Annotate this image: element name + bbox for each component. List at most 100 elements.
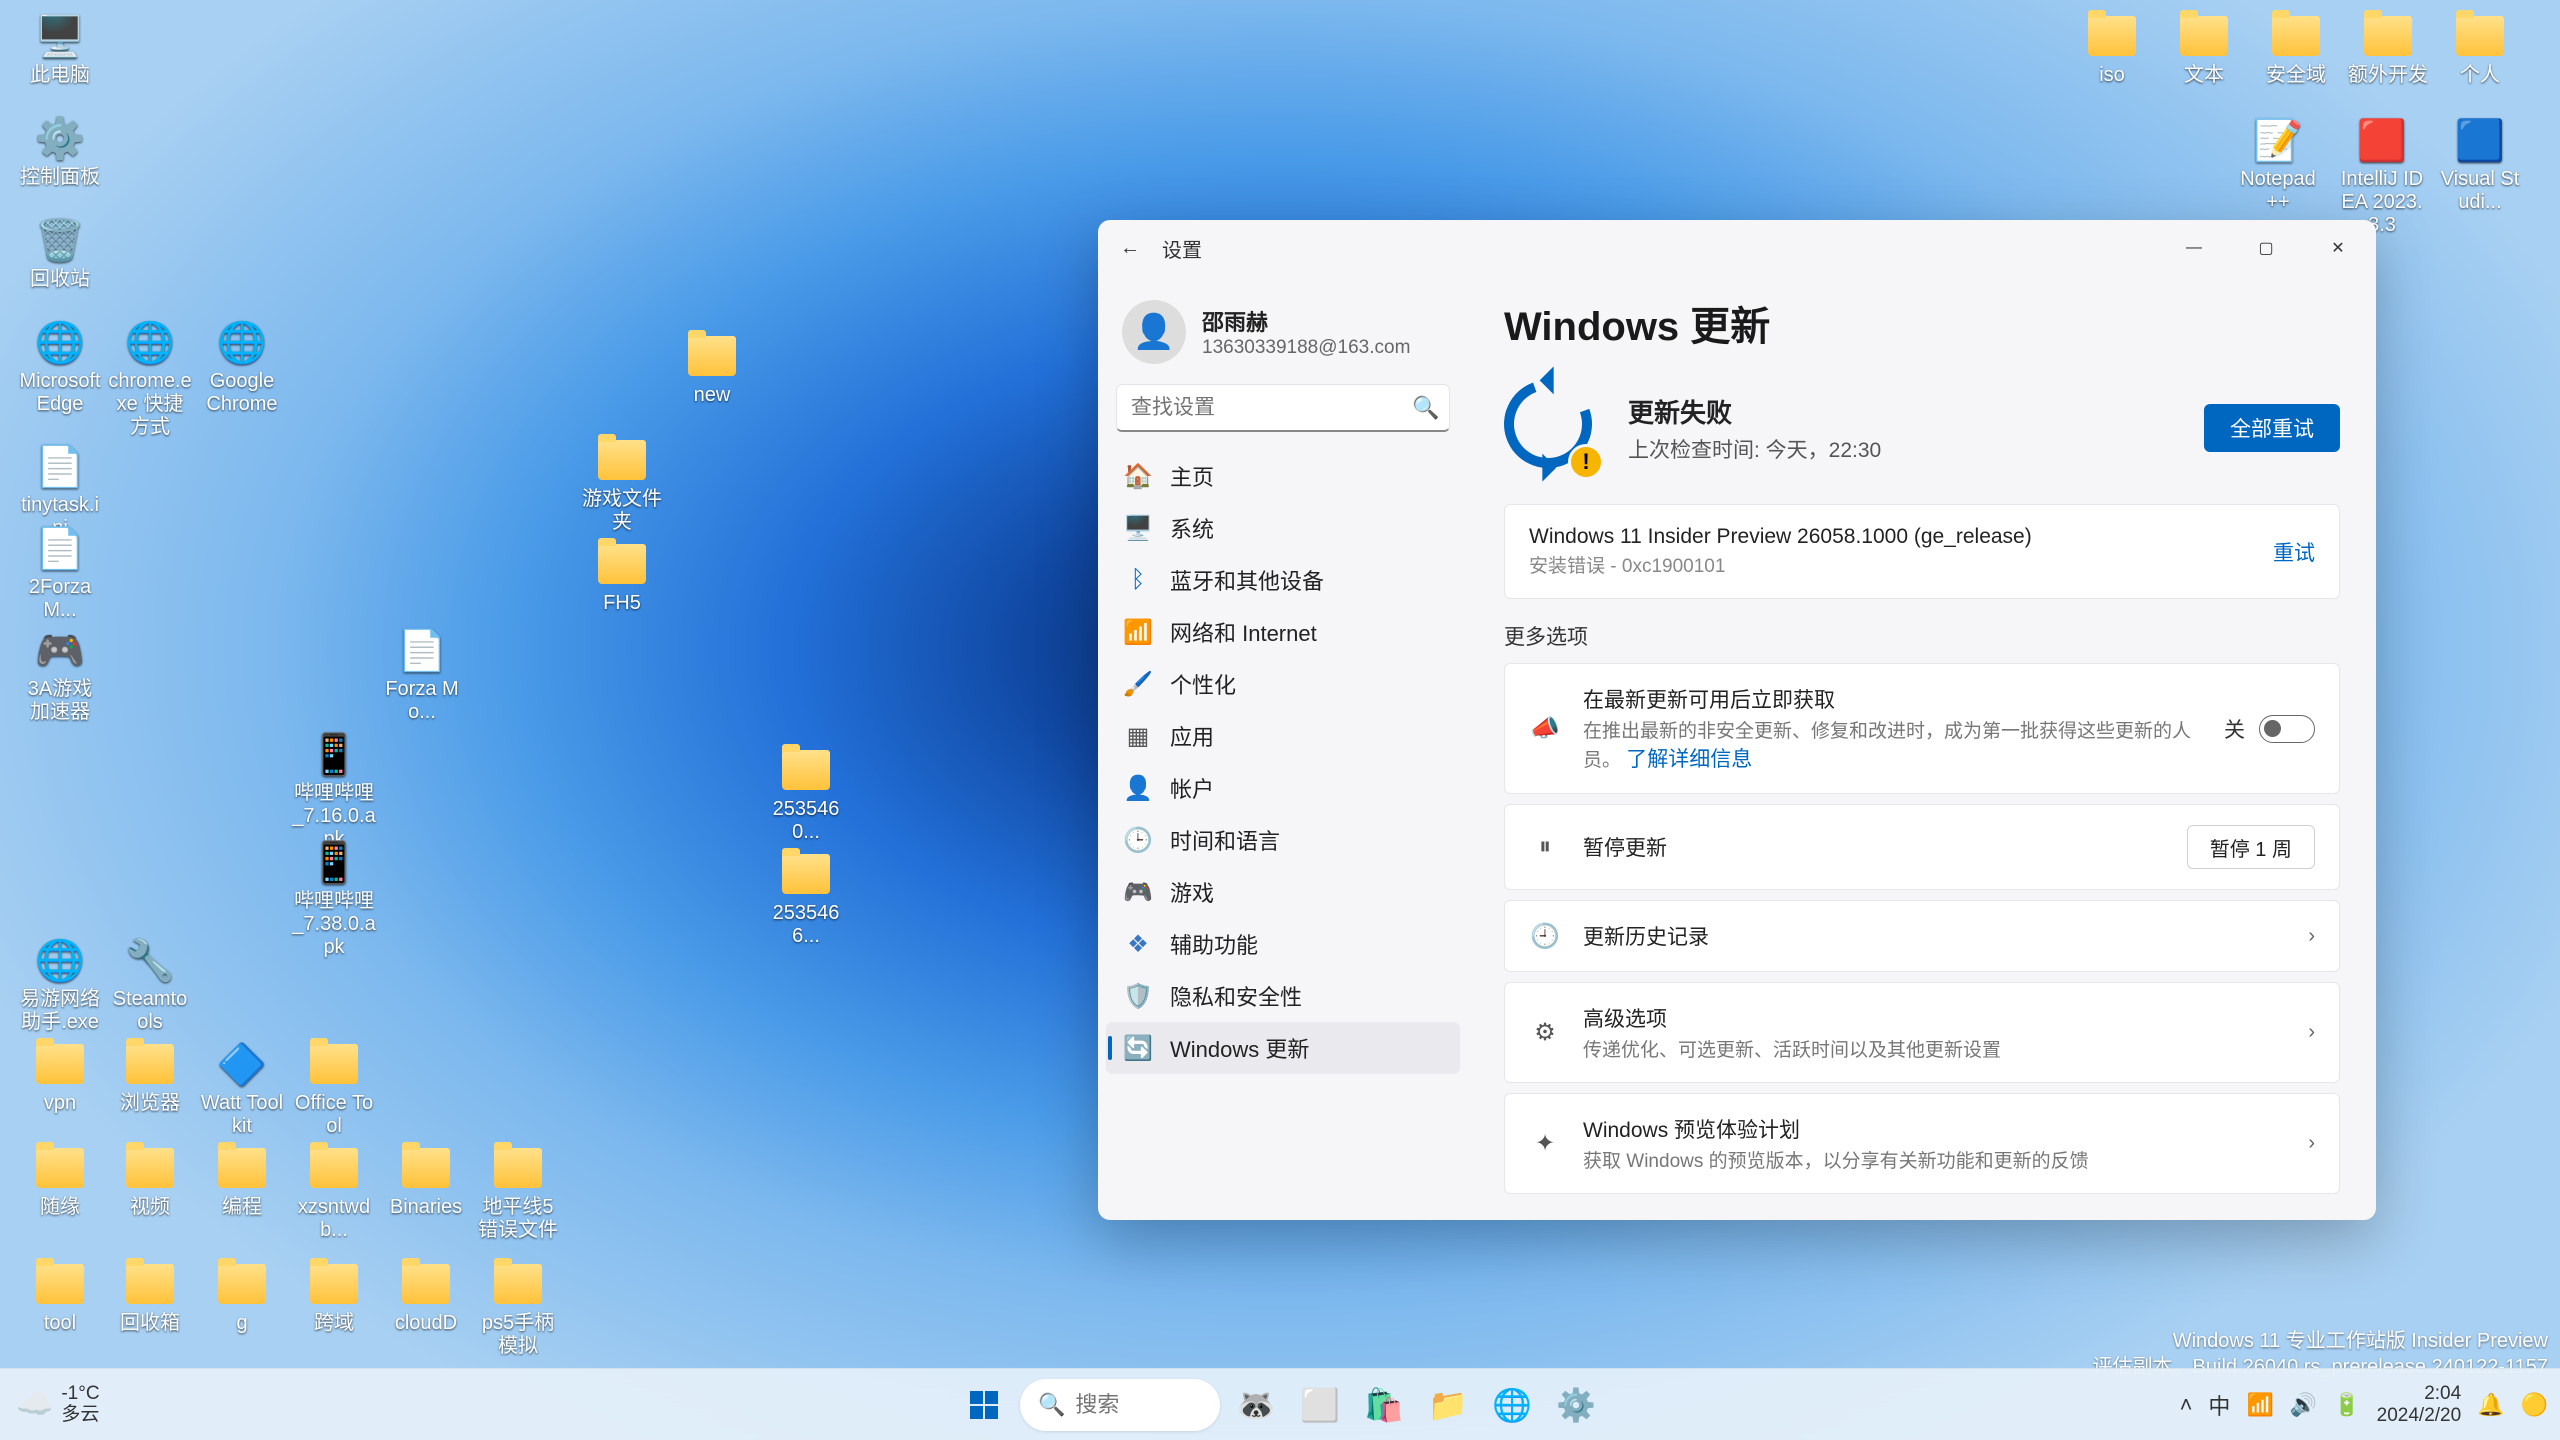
folder-fh5[interactable]: FH5 — [580, 540, 664, 615]
nav-item-9[interactable]: ❖辅助功能 — [1106, 918, 1460, 970]
latest-updates-toggle[interactable] — [2259, 715, 2315, 743]
icon-forza-mo[interactable]: 📄Forza Mo... — [380, 626, 464, 724]
copilot-icon[interactable]: 🟡 — [2521, 1392, 2548, 1418]
icon-this-pc[interactable]: 🖥️此电脑 — [18, 12, 102, 87]
folder-video[interactable]: 视频 — [108, 1144, 192, 1219]
user-email: 13630339188@163.com — [1202, 337, 1410, 359]
folder-personal[interactable]: 个人 — [2438, 12, 2522, 87]
folder-cross[interactable]: 跨域 — [292, 1260, 376, 1335]
folder-browser[interactable]: 浏览器 — [108, 1040, 192, 1115]
folder-2535466[interactable]: 2535466... — [764, 850, 848, 948]
ime-icon[interactable]: 中 — [2208, 1389, 2230, 1421]
wifi-icon[interactable]: 📶 — [2246, 1392, 2273, 1418]
taskbar-search-input[interactable] — [1075, 1392, 1195, 1418]
close-button[interactable]: ✕ — [2308, 224, 2368, 272]
icon-notepadpp[interactable]: 📝Notepad++ — [2236, 116, 2320, 214]
folder-binaries[interactable]: Binaries — [384, 1144, 468, 1219]
nav-item-0[interactable]: 🏠主页 — [1106, 450, 1460, 502]
folder-xzsntwdb[interactable]: xzsntwdb... — [292, 1144, 376, 1242]
nav-item-8[interactable]: 🎮游戏 — [1106, 866, 1460, 918]
nav-item-5[interactable]: ▦应用 — [1106, 710, 1460, 762]
nav-item-6[interactable]: 👤帐户 — [1106, 762, 1460, 814]
nav-item-1[interactable]: 🖥️系统 — [1106, 502, 1460, 554]
taskbar-settings[interactable]: ⚙️ — [1548, 1377, 1604, 1433]
chevron-right-icon: › — [2308, 1021, 2315, 1044]
nav-item-4[interactable]: 🖌️个性化 — [1106, 658, 1460, 710]
weather-widget[interactable]: ☁️ -1°C 多云 — [16, 1384, 100, 1426]
nav-label: 个性化 — [1170, 668, 1236, 700]
icon-visual-studio[interactable]: 🟦Visual Studi... — [2438, 116, 2522, 214]
taskbar-app-1[interactable]: 🦝 — [1228, 1377, 1284, 1433]
volume-icon[interactable]: 🔊 — [2290, 1392, 2317, 1418]
tray-expand-icon[interactable]: ˄ — [2180, 1392, 2193, 1418]
nav-label: 系统 — [1170, 512, 1214, 544]
icon-google-chrome[interactable]: 🌐Google Chrome — [200, 318, 284, 416]
user-block[interactable]: 👤 邵雨赫 13630339188@163.com — [1106, 284, 1460, 376]
nav-icon: 🔄 — [1124, 1034, 1152, 1062]
opt-advanced-row[interactable]: ⚙ 高级选项 传递优化、可选更新、活跃时间以及其他更新设置 › — [1505, 983, 2339, 1082]
pause-icon: ⏸ — [1529, 833, 1561, 861]
opt-history-row[interactable]: 🕘 更新历史记录 › — [1505, 901, 2339, 971]
icon-bili-738[interactable]: 📱哔哩哔哩_7.38.0.apk — [292, 838, 376, 959]
icon-edge[interactable]: 🌐Microsoft Edge — [18, 318, 102, 416]
settings-search-input[interactable] — [1131, 396, 1402, 420]
folder-code[interactable]: 编程 — [200, 1144, 284, 1219]
folder-tool[interactable]: tool — [18, 1260, 102, 1335]
taskbar-store[interactable]: 🛍️ — [1356, 1377, 1412, 1433]
folder-cloudd[interactable]: cloudD — [384, 1260, 468, 1335]
folder-office-tool[interactable]: Office Tool — [292, 1040, 376, 1138]
nav-item-11[interactable]: 🔄Windows 更新 — [1106, 1022, 1460, 1074]
nav-label: 帐户 — [1170, 772, 1214, 804]
taskbar-search[interactable]: 🔍 — [1020, 1379, 1220, 1431]
notifications-icon[interactable]: 🔔 — [2477, 1392, 2504, 1418]
icon-chrome-shortcut[interactable]: 🌐chrome.exe 快捷方式 — [108, 318, 192, 439]
taskbar-edge[interactable]: 🌐 — [1484, 1377, 1540, 1433]
icon-yiyou[interactable]: 🌐易游网络助手.exe — [18, 936, 102, 1034]
toggle-label: 关 — [2224, 714, 2245, 744]
icon-intellij[interactable]: 🟥IntelliJ IDEA 2023.3.3 — [2340, 116, 2424, 237]
nav-item-10[interactable]: 🛡️隐私和安全性 — [1106, 970, 1460, 1022]
minimize-button[interactable]: ― — [2164, 224, 2224, 272]
icon-watt[interactable]: 🔷Watt Toolkit — [200, 1040, 284, 1138]
folder-iso[interactable]: iso — [2070, 12, 2154, 87]
sidebar: 👤 邵雨赫 13630339188@163.com 🔍 🏠主页🖥️系统ᛒ蓝牙和其… — [1098, 276, 1468, 1220]
folder-vpn[interactable]: vpn — [18, 1040, 102, 1115]
icon-control-panel[interactable]: ⚙️控制面板 — [18, 114, 102, 189]
nav-item-3[interactable]: 📶网络和 Internet — [1106, 606, 1460, 658]
folder-ps5[interactable]: ps5手柄模拟 — [476, 1260, 560, 1358]
clock[interactable]: 2:04 2024/2/20 — [2377, 1383, 2462, 1427]
folder-safe[interactable]: 安全域 — [2254, 12, 2338, 87]
folder-extra-dev[interactable]: 额外开发 — [2346, 12, 2430, 87]
start-button[interactable] — [956, 1377, 1012, 1433]
icon-recycle-bin[interactable]: 🗑️回收站 — [18, 216, 102, 291]
nav-label: 网络和 Internet — [1170, 616, 1317, 648]
opt-latest-title: 在最新更新可用后立即获取 — [1583, 684, 2202, 714]
folder-2535460[interactable]: 2535460... — [764, 746, 848, 844]
taskbar-explorer[interactable]: 📁 — [1420, 1377, 1476, 1433]
icon-forza-shortcut[interactable]: 📄2Forza M... — [18, 524, 102, 622]
pause-1week-button[interactable]: 暂停 1 周 — [2187, 825, 2315, 869]
back-button[interactable]: ← — [1110, 228, 1150, 268]
folder-new[interactable]: new — [670, 332, 754, 407]
folder-recycle2[interactable]: 回收箱 — [108, 1260, 192, 1335]
icon-bili-716[interactable]: 📱哔哩哔哩_7.16.0.apk — [292, 730, 376, 851]
folder-text[interactable]: 文本 — [2162, 12, 2246, 87]
icon-steamtools[interactable]: 🔧Steamtools — [108, 936, 192, 1034]
folder-horizon5-err[interactable]: 地平线5错误文件 — [476, 1144, 560, 1242]
battery-icon[interactable]: 🔋 — [2333, 1392, 2360, 1418]
opt-insider-row[interactable]: ✦ Windows 预览体验计划 获取 Windows 的预览版本，以分享有关新… — [1505, 1094, 2339, 1193]
nav-label: 隐私和安全性 — [1170, 980, 1302, 1012]
update-item-retry[interactable]: 重试 — [2273, 537, 2315, 567]
taskbar-taskview[interactable]: ⬜ — [1292, 1377, 1348, 1433]
taskbar: ☁️ -1°C 多云 🔍 🦝 ⬜ 🛍️ 📁 🌐 ⚙️ ˄ 中 📶 🔊 🔋 2:0… — [0, 1368, 2560, 1440]
folder-g[interactable]: g — [200, 1260, 284, 1335]
maximize-button[interactable]: ▢ — [2236, 224, 2296, 272]
nav-item-2[interactable]: ᛒ蓝牙和其他设备 — [1106, 554, 1460, 606]
folder-game-files[interactable]: 游戏文件夹 — [580, 436, 664, 534]
nav-item-7[interactable]: 🕒时间和语言 — [1106, 814, 1460, 866]
settings-search[interactable]: 🔍 — [1116, 384, 1450, 432]
folder-suiyuan[interactable]: 随缘 — [18, 1144, 102, 1219]
retry-all-button[interactable]: 全部重试 — [2204, 404, 2340, 452]
icon-game-accel[interactable]: 🎮3A游戏加速器 — [18, 626, 102, 724]
opt-latest-link[interactable]: 了解详细信息 — [1626, 748, 1752, 771]
